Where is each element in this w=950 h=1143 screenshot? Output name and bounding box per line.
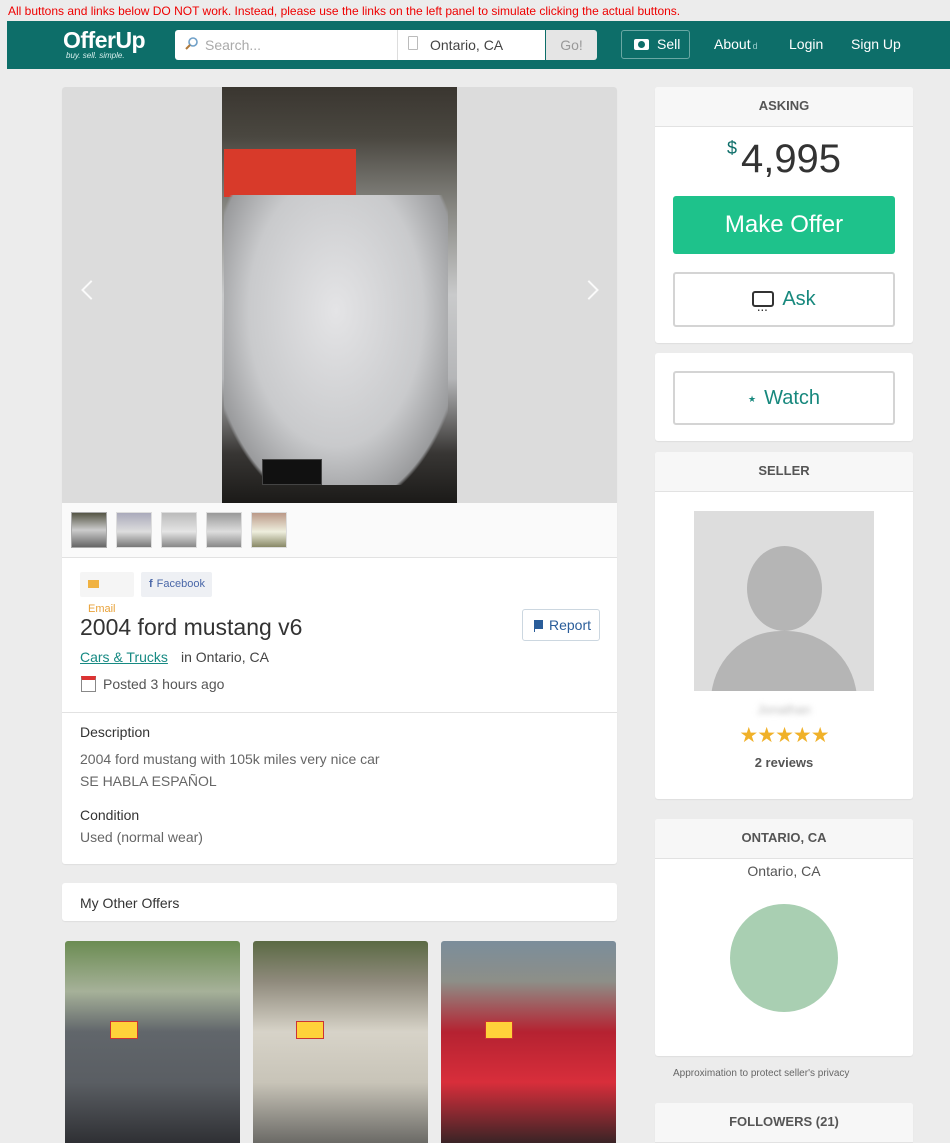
listing-location: in Ontario, CA (181, 649, 269, 665)
login-link[interactable]: Login (789, 36, 823, 52)
calendar-icon (81, 676, 96, 692)
thumbnail[interactable] (71, 512, 107, 548)
report-label: Report (549, 617, 592, 633)
listing-card: Email f Facebook 2004 ford mustang v6 Rep… (62, 87, 617, 864)
search-placeholder: Search... (205, 37, 262, 53)
location-header: ONTARIO, CA (655, 819, 913, 859)
other-offer-card[interactable] (253, 941, 428, 1143)
facebook-icon: f (149, 578, 153, 590)
thumbnail-strip (62, 503, 617, 558)
top-nav-bar: OfferUp buy. sell. simple. Search... Ont… (7, 21, 950, 69)
listing-title: 2004 ford mustang v6 (80, 614, 303, 640)
about-label: About (714, 36, 751, 52)
chat-bubble-icon (752, 284, 775, 335)
sell-label: Sell (657, 36, 681, 52)
report-button[interactable]: Report (522, 609, 600, 641)
condition-value: Used (normal wear) (80, 829, 203, 845)
sell-button[interactable]: Sell (621, 30, 690, 59)
avatar-head (747, 546, 822, 631)
photo-gallery (62, 87, 617, 503)
share-email-button[interactable]: Email (80, 572, 134, 615)
thumbnail[interactable] (116, 512, 152, 548)
demo-notice: All buttons and links below DO NOT work.… (8, 4, 681, 18)
make-offer-button[interactable]: Make Offer (673, 196, 895, 254)
chevron-left-icon[interactable] (81, 280, 101, 300)
thumbnail[interactable] (206, 512, 242, 548)
asking-price: $4,995 (655, 137, 913, 182)
price-sticker (485, 1021, 513, 1039)
location-card: ONTARIO, CA Ontario, CA (655, 819, 913, 1056)
followers-card: FOLLOWERS (21) (655, 1103, 913, 1143)
photo-plate (262, 459, 322, 485)
price-sticker (110, 1021, 138, 1039)
watch-button[interactable]: ★ Watch (673, 371, 895, 425)
camera-icon (634, 39, 649, 50)
search-go-button[interactable]: Go! (546, 30, 597, 60)
avatar[interactable] (694, 511, 874, 691)
logo-text: OfferUp (63, 27, 146, 53)
description-line: SE HABLA ESPAÑOL (80, 773, 217, 789)
offerup-logo[interactable]: OfferUp buy. sell. simple. (63, 27, 146, 60)
location-input[interactable]: Ontario, CA (397, 30, 545, 60)
about-marker: d (752, 41, 758, 51)
search-icon (185, 37, 198, 50)
star-icon: ★ (747, 394, 757, 404)
followers-header: FOLLOWERS (21) (655, 1103, 913, 1143)
watch-card: ★ Watch (655, 353, 913, 441)
other-offers-header: My Other Offers (62, 883, 617, 921)
ask-button[interactable]: Ask (673, 272, 895, 335)
chevron-right-icon[interactable] (579, 280, 599, 300)
location-subtitle: Ontario, CA (747, 863, 821, 879)
privacy-note: Approximation to protect seller's privac… (673, 1068, 850, 1079)
location-value: Ontario, CA (430, 37, 504, 53)
approximate-location-map (730, 904, 838, 1012)
asking-card: ASKING $4,995 Make Offer Ask (655, 87, 913, 343)
reviews-count[interactable]: 2 reviews (655, 755, 913, 770)
email-icon (88, 580, 99, 588)
share-facebook-label: Facebook (156, 578, 205, 590)
thumbnail[interactable] (251, 512, 287, 548)
search-input[interactable]: Search... (175, 30, 397, 60)
currency-symbol: $ (726, 138, 737, 158)
other-offer-card[interactable] (65, 941, 240, 1143)
watch-label: Watch (764, 387, 820, 409)
photo-car (224, 195, 448, 485)
price-sticker (296, 1021, 324, 1039)
seller-name[interactable]: Jonathan (655, 702, 913, 717)
condition-label: Condition (80, 807, 140, 823)
category-link[interactable]: Cars & Trucks (80, 649, 168, 665)
rating-stars: ★★★★★ (739, 724, 829, 747)
location-icon (408, 36, 418, 50)
photo-banner (224, 149, 356, 197)
other-offers-label: My Other Offers (80, 895, 180, 911)
seller-card: SELLER Jonathan ★★★★★ 2 reviews (655, 452, 913, 799)
posted-time: Posted 3 hours ago (103, 676, 225, 692)
avatar-body (711, 631, 857, 691)
share-facebook-button[interactable]: f Facebook (141, 572, 212, 597)
seller-header: SELLER (655, 452, 913, 492)
description-label: Description (80, 724, 151, 740)
divider (62, 712, 617, 713)
asking-header: ASKING (655, 87, 913, 127)
description-line: 2004 ford mustang with 105k miles very n… (80, 751, 380, 767)
thumbnail[interactable] (161, 512, 197, 548)
about-link[interactable]: About d (714, 36, 758, 52)
flag-icon (534, 620, 543, 632)
signup-link[interactable]: Sign Up (851, 36, 901, 52)
other-offer-card[interactable] (441, 941, 616, 1143)
ask-label: Ask (782, 288, 816, 310)
listing-photo[interactable] (222, 87, 457, 503)
price-amount: 4,995 (740, 137, 842, 181)
